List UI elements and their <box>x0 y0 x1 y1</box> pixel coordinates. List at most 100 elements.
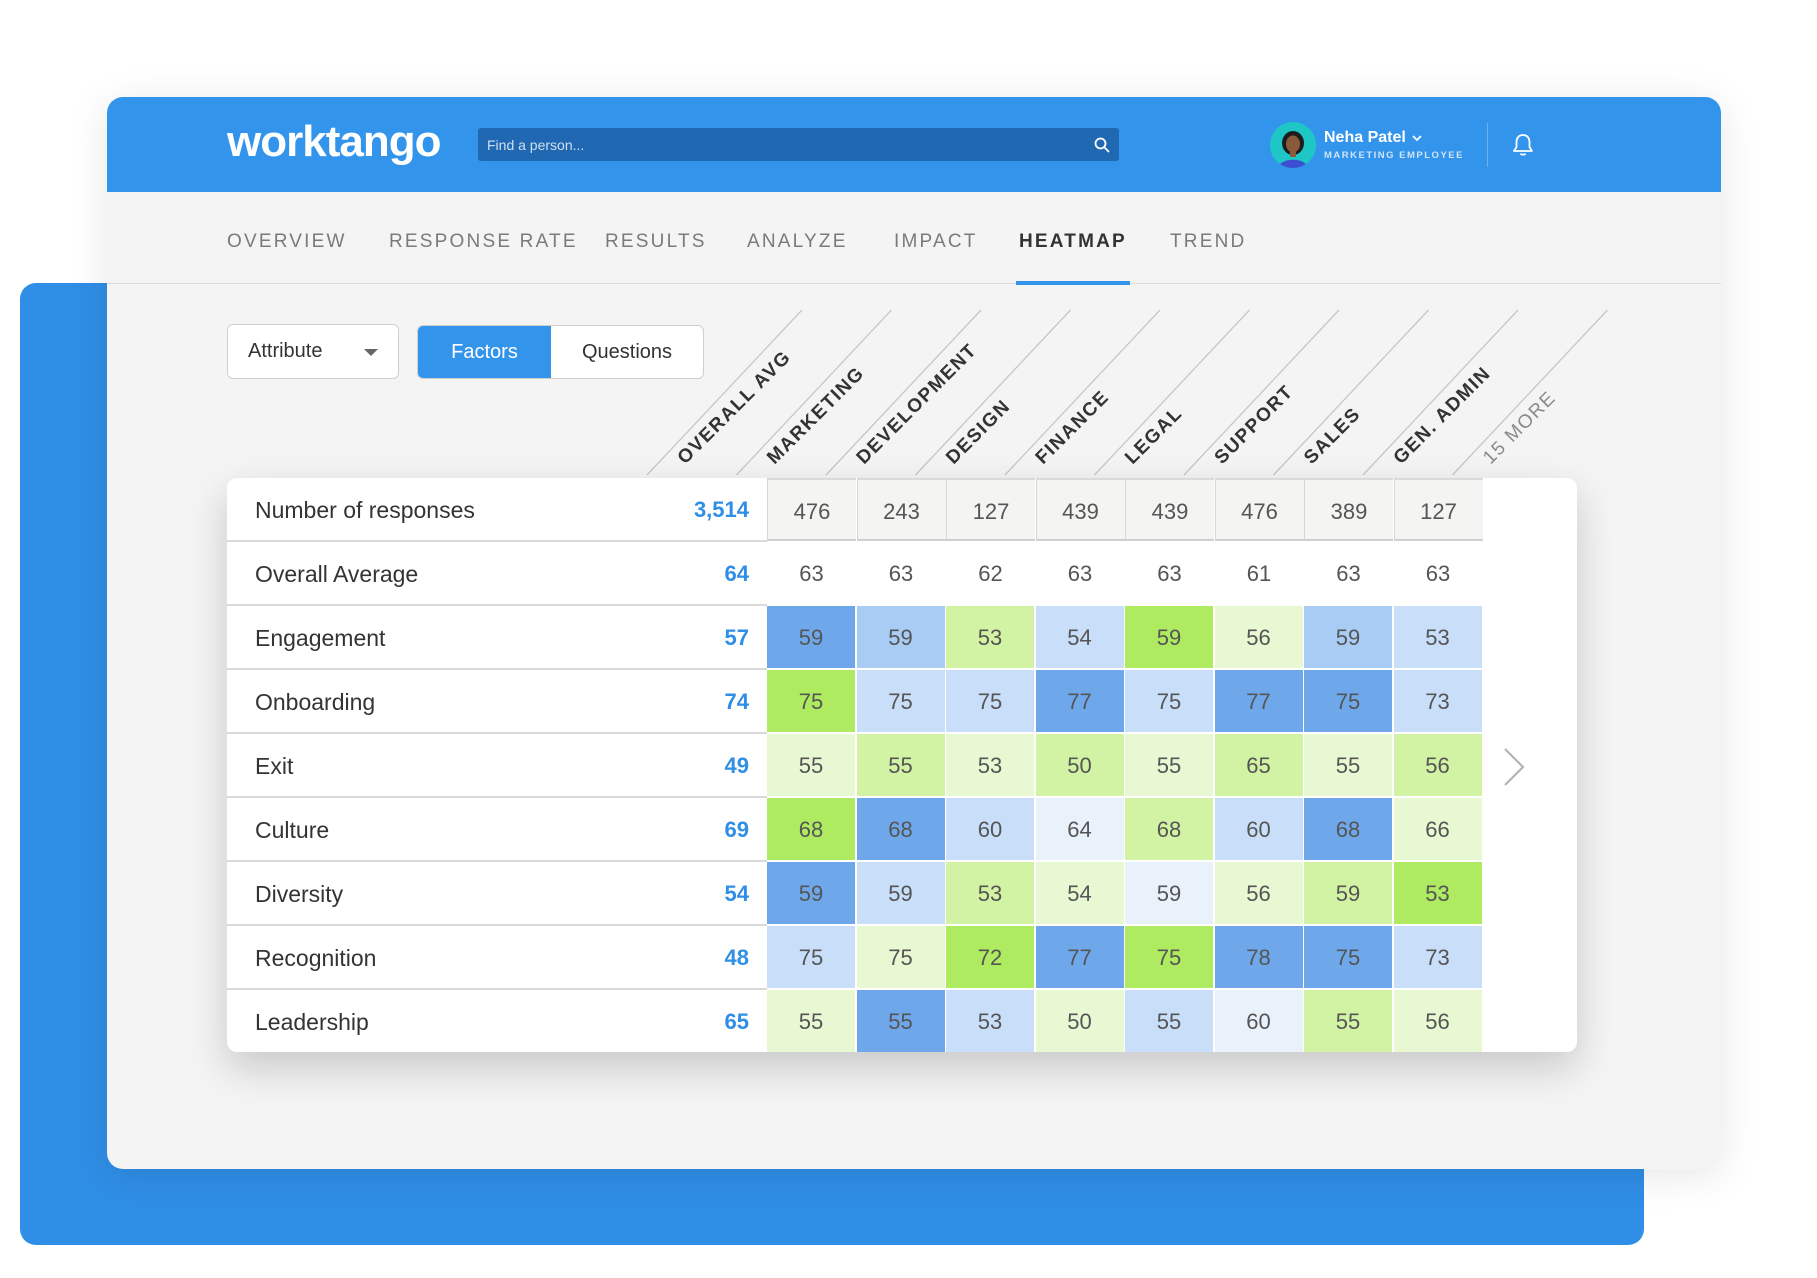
heatmap-cell[interactable]: 75 <box>1304 926 1393 989</box>
heatmap-cell[interactable]: 68 <box>856 798 946 861</box>
heatmap-cell[interactable]: 75 <box>1125 670 1214 733</box>
user-menu[interactable]: Neha Patel MARKETING EMPLOYEE <box>1270 117 1464 173</box>
table-row: Culture 69 68 68 60 64 68 60 68 66 <box>227 798 1577 862</box>
factors-toggle-button[interactable]: Factors <box>418 326 551 378</box>
heatmap-cell[interactable]: 77 <box>1035 926 1125 989</box>
heatmap-cell[interactable]: 55 <box>1304 734 1393 797</box>
heatmap-cell[interactable]: 54 <box>1035 606 1125 669</box>
heatmap-cell[interactable]: 75 <box>1125 926 1214 989</box>
heatmap-cell[interactable]: 65 <box>1214 734 1304 797</box>
column-header-support[interactable]: SUPPORT <box>1211 381 1298 468</box>
heatmap-cell[interactable]: 56 <box>1214 606 1304 669</box>
heatmap-cell[interactable]: 56 <box>1214 862 1304 925</box>
row-overall-avg: 69 <box>724 817 749 842</box>
row-label: Overall Average <box>255 561 419 587</box>
heatmap-cell: 63 <box>1425 561 1451 586</box>
heatmap-cell[interactable]: 60 <box>1214 990 1304 1052</box>
heatmap-cell[interactable]: 73 <box>1393 926 1483 989</box>
chevron-down-icon[interactable] <box>1412 129 1422 147</box>
heatmap-cell[interactable]: 75 <box>767 670 856 733</box>
heatmap-cell[interactable]: 53 <box>1393 862 1483 925</box>
heatmap-cell[interactable]: 55 <box>767 734 856 797</box>
heatmap-cell[interactable]: 77 <box>1214 670 1304 733</box>
user-name-row[interactable]: Neha Patel <box>1324 129 1464 147</box>
heatmap-cell[interactable]: 59 <box>1125 606 1214 669</box>
response-count-cell: 127 <box>1393 478 1483 541</box>
column-header-sales[interactable]: SALES <box>1300 404 1365 469</box>
heatmap-cell[interactable]: 55 <box>767 990 856 1052</box>
heatmap-cell[interactable]: 72 <box>946 926 1035 989</box>
logo[interactable]: worktango <box>227 117 441 167</box>
heatmap-cell[interactable]: 59 <box>856 606 946 669</box>
heatmap-cell[interactable]: 55 <box>1125 734 1214 797</box>
heatmap-cell[interactable]: 55 <box>856 990 946 1052</box>
heatmap-cell[interactable]: 56 <box>1393 734 1483 797</box>
tab-results[interactable]: RESULTS <box>605 192 707 284</box>
questions-toggle-button[interactable]: Questions <box>551 326 703 378</box>
tab-analyze[interactable]: ANALYZE <box>747 192 848 284</box>
heatmap-cell[interactable]: 68 <box>1125 798 1214 861</box>
search-bar[interactable] <box>478 128 1119 161</box>
heatmap-cell[interactable]: 60 <box>946 798 1035 861</box>
heatmap-cell[interactable]: 77 <box>1035 670 1125 733</box>
chevron-right-icon[interactable] <box>1499 745 1529 789</box>
heatmap-table: Number of responses 3,514 476 243 127 439 439 4… <box>227 478 1577 1052</box>
heatmap-cell[interactable]: 53 <box>946 734 1035 797</box>
app-window: worktango Neha Patel <box>107 97 1721 1169</box>
user-role: MARKETING EMPLOYEE <box>1324 150 1464 161</box>
row-overall-avg: 64 <box>724 561 749 586</box>
heatmap-cell[interactable]: 68 <box>1304 798 1393 861</box>
heatmap-cell[interactable]: 75 <box>946 670 1035 733</box>
tab-overview[interactable]: OVERVIEW <box>227 192 347 284</box>
column-header-finance[interactable]: FINANCE <box>1032 387 1114 469</box>
heatmap-cell[interactable]: 54 <box>1035 862 1125 925</box>
row-overall-avg: 49 <box>724 753 749 778</box>
heatmap-cell[interactable]: 78 <box>1214 926 1304 989</box>
heatmap-cell[interactable]: 75 <box>1304 670 1393 733</box>
tab-trend[interactable]: TREND <box>1170 192 1246 284</box>
heatmap-cell[interactable]: 53 <box>946 606 1035 669</box>
heatmap-cell[interactable]: 56 <box>1393 990 1483 1052</box>
heatmap-cell[interactable]: 55 <box>1125 990 1214 1052</box>
tab-impact[interactable]: IMPACT <box>894 192 978 284</box>
tab-heatmap[interactable]: HEATMAP <box>1016 192 1130 285</box>
heatmap-cell[interactable]: 59 <box>1304 862 1393 925</box>
heatmap-cell[interactable]: 66 <box>1393 798 1483 861</box>
row-label: Recognition <box>255 945 377 971</box>
heatmap-cell[interactable]: 59 <box>1125 862 1214 925</box>
heatmap-cell[interactable]: 50 <box>1035 734 1125 797</box>
heatmap-cell[interactable]: 55 <box>1304 990 1393 1052</box>
table-row: Number of responses 3,514 476 243 127 439 439 4… <box>227 478 1577 542</box>
heatmap-cell[interactable]: 53 <box>1393 606 1483 669</box>
heatmap-cell[interactable]: 53 <box>946 990 1035 1052</box>
heatmap-cell[interactable]: 75 <box>767 926 856 989</box>
heatmap-cell[interactable]: 60 <box>1214 798 1304 861</box>
heatmap-cell[interactable]: 59 <box>767 606 856 669</box>
tab-response-rate[interactable]: RESPONSE RATE <box>389 192 578 284</box>
heatmap-cell: 62 <box>978 561 1003 586</box>
heatmap-cell[interactable]: 64 <box>1035 798 1125 861</box>
bell-icon[interactable] <box>1507 129 1539 161</box>
column-header-15-more[interactable]: 15 MORE <box>1479 387 1560 468</box>
heatmap-cell[interactable]: 68 <box>767 798 856 861</box>
heatmap-cell[interactable]: 59 <box>767 862 856 925</box>
attribute-dropdown[interactable]: Attribute <box>227 324 399 379</box>
table-row: Overall Average 64 63 63 62 63 63 61 63 63 <box>227 542 1577 606</box>
column-header-legal[interactable]: LEGAL <box>1121 403 1187 469</box>
heatmap-cell[interactable]: 59 <box>1304 606 1393 669</box>
heatmap-cell[interactable]: 75 <box>856 926 946 989</box>
row-label: Diversity <box>255 881 344 907</box>
response-count-cell: 243 <box>856 478 946 541</box>
avatar[interactable] <box>1270 122 1316 168</box>
search-icon[interactable] <box>1085 128 1119 161</box>
heatmap-cell[interactable]: 73 <box>1393 670 1483 733</box>
column-header-design[interactable]: DESIGN <box>942 396 1015 469</box>
heatmap-cell[interactable]: 53 <box>946 862 1035 925</box>
heatmap-cell[interactable]: 55 <box>856 734 946 797</box>
top-bar: worktango Neha Patel <box>107 97 1721 192</box>
row-overall-avg: 57 <box>724 625 749 650</box>
search-input[interactable] <box>478 128 1085 161</box>
heatmap-cell[interactable]: 50 <box>1035 990 1125 1052</box>
heatmap-cell[interactable]: 75 <box>856 670 946 733</box>
heatmap-cell[interactable]: 59 <box>856 862 946 925</box>
